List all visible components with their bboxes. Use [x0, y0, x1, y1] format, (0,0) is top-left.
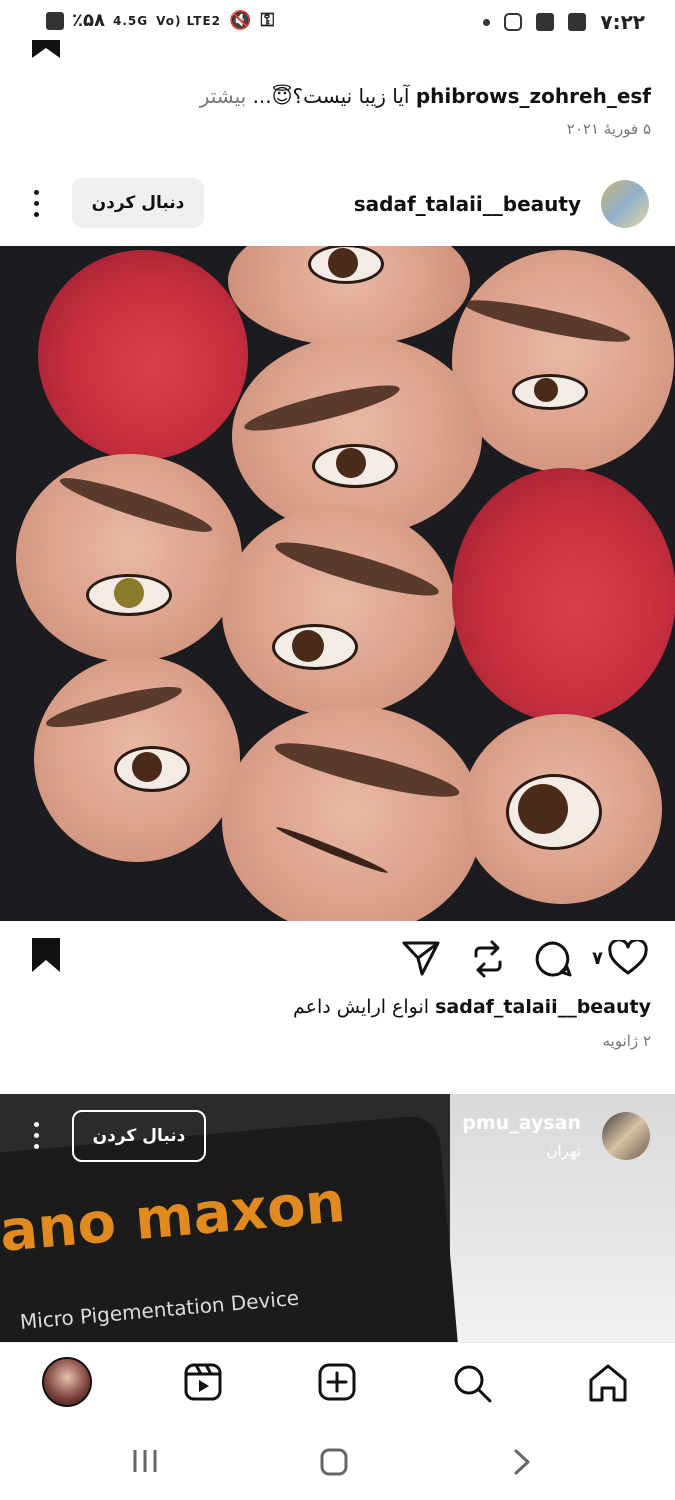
- more-options-icon[interactable]: [32, 1122, 40, 1149]
- previous-post-caption: phibrows_zohreh_esf آیا زیبا نیست؟😇... ب…: [200, 84, 651, 108]
- caption-username[interactable]: phibrows_zohreh_esf: [416, 84, 651, 108]
- reel-author-username[interactable]: pmu_aysan: [462, 1112, 581, 1134]
- eye-circle: [228, 246, 470, 346]
- lips-circle: [38, 250, 248, 460]
- search-icon[interactable]: [452, 1363, 492, 1403]
- post-date: ۲ ژانویه: [602, 1032, 651, 1050]
- profile-avatar[interactable]: [42, 1357, 92, 1407]
- notification-dot-icon: [483, 18, 491, 26]
- message-icon: [536, 13, 555, 31]
- reel-author-avatar[interactable]: [602, 1112, 650, 1160]
- lips-circle: [452, 468, 675, 722]
- follow-button[interactable]: دنبال کردن: [72, 178, 204, 228]
- eye-circle: [222, 706, 482, 921]
- eye-circle: [222, 506, 456, 716]
- system-navigation: [0, 1422, 675, 1500]
- comment-icon[interactable]: [534, 940, 572, 978]
- gallery-icon: [568, 13, 587, 31]
- post-date: ۵ فوریهٔ ۲۰۲۱: [566, 120, 651, 138]
- post-image[interactable]: [0, 246, 675, 921]
- post-author-avatar[interactable]: [601, 180, 649, 228]
- like-count[interactable]: ۷: [592, 948, 603, 969]
- clock: ۷:۲۲: [600, 10, 645, 34]
- key-icon: ⚿: [260, 10, 276, 31]
- share-icon[interactable]: [402, 940, 440, 976]
- reel-location[interactable]: تهران: [546, 1142, 581, 1160]
- battery-icon: [46, 11, 64, 30]
- network-indicator: 4.5G: [112, 13, 149, 28]
- caption-username[interactable]: sadaf_talaii__beauty: [435, 996, 651, 1018]
- recent-apps-icon[interactable]: [132, 1448, 158, 1474]
- create-icon[interactable]: [318, 1363, 356, 1401]
- bottom-navigation: [0, 1342, 675, 1423]
- caption-text: آیا زیبا نیست؟😇...: [252, 84, 410, 108]
- bookmark-icon[interactable]: [30, 938, 62, 974]
- heart-icon[interactable]: [608, 940, 648, 976]
- mute-icon: 🔇: [229, 10, 253, 31]
- brow-circle: [452, 250, 674, 472]
- more-link[interactable]: بیشتر: [200, 84, 247, 108]
- caption-text: انواع ارایش داعم: [293, 996, 430, 1018]
- bookmark-icon[interactable]: [30, 40, 62, 64]
- follow-button[interactable]: دنبال کردن: [72, 1110, 206, 1162]
- instagram-icon: [504, 13, 523, 31]
- back-icon[interactable]: [512, 1448, 532, 1476]
- home-icon[interactable]: [588, 1363, 628, 1403]
- repost-icon[interactable]: [470, 940, 506, 978]
- eye-circle: [462, 714, 662, 904]
- eye-circle: [34, 656, 240, 862]
- battery-level: ٪۵۸: [72, 10, 105, 31]
- brow-circle: [232, 336, 482, 536]
- volte-indicator: Vo) LTE2: [156, 13, 222, 28]
- home-button-icon[interactable]: [320, 1448, 348, 1476]
- post-author-username[interactable]: sadaf_talaii__beauty: [354, 192, 581, 216]
- eyeliner-circle: [16, 454, 242, 662]
- post-caption: sadaf_talaii__beauty انواع ارایش داعم: [293, 996, 651, 1018]
- reels-icon[interactable]: [184, 1363, 222, 1401]
- status-bar: ٪۵۸ 4.5G Vo) LTE2 🔇 ⚿ ۷:۲۲: [0, 0, 675, 46]
- more-options-icon[interactable]: [32, 190, 40, 217]
